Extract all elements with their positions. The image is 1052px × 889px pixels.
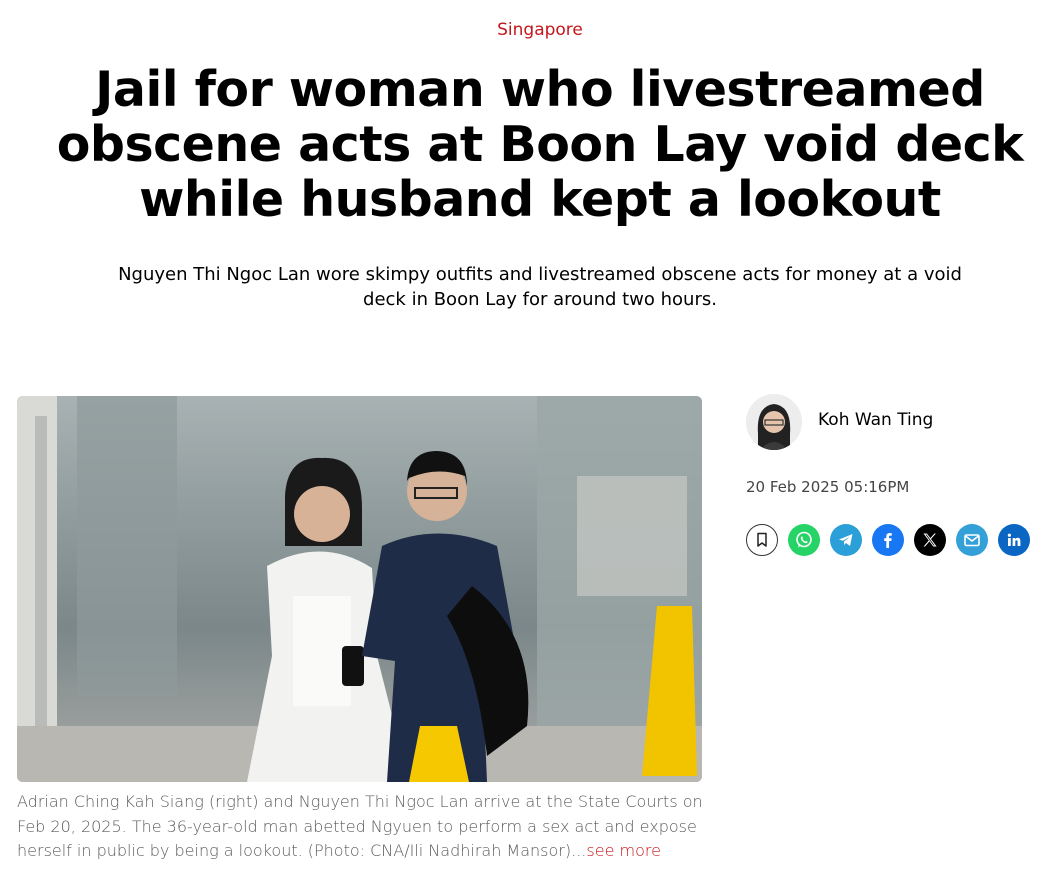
whatsapp-icon <box>796 531 812 548</box>
share-linkedin-button[interactable] <box>998 524 1030 556</box>
share-email-button[interactable] <box>956 524 988 556</box>
hero-photo-illustration <box>17 396 702 782</box>
share-x-button[interactable] <box>914 524 946 556</box>
share-telegram-button[interactable] <box>830 524 862 556</box>
publish-timestamp: 20 Feb 2025 05:16PM <box>746 478 910 496</box>
linkedin-icon <box>1007 533 1021 546</box>
article-category[interactable]: Singapore <box>0 20 1052 40</box>
share-toolbar <box>746 524 1030 556</box>
share-facebook-button[interactable] <box>872 524 904 556</box>
see-more-link[interactable]: see more <box>586 841 661 860</box>
hero-image[interactable] <box>17 396 702 782</box>
image-caption: Adrian Ching Kah Siang (right) and Nguye… <box>17 790 707 864</box>
telegram-icon <box>839 534 853 546</box>
article-headline: Jail for woman who livestreamed obscene … <box>56 61 1024 228</box>
x-icon <box>923 533 937 547</box>
email-icon <box>964 534 980 547</box>
share-whatsapp-button[interactable] <box>788 524 820 556</box>
facebook-icon <box>884 533 892 548</box>
bookmark-button[interactable] <box>746 524 778 556</box>
bookmark-icon <box>757 532 767 547</box>
author-avatar[interactable] <box>746 394 802 450</box>
author-name[interactable]: Koh Wan Ting <box>818 410 933 430</box>
article-standfirst: Nguyen Thi Ngoc Lan wore skimpy outfits … <box>118 264 962 310</box>
